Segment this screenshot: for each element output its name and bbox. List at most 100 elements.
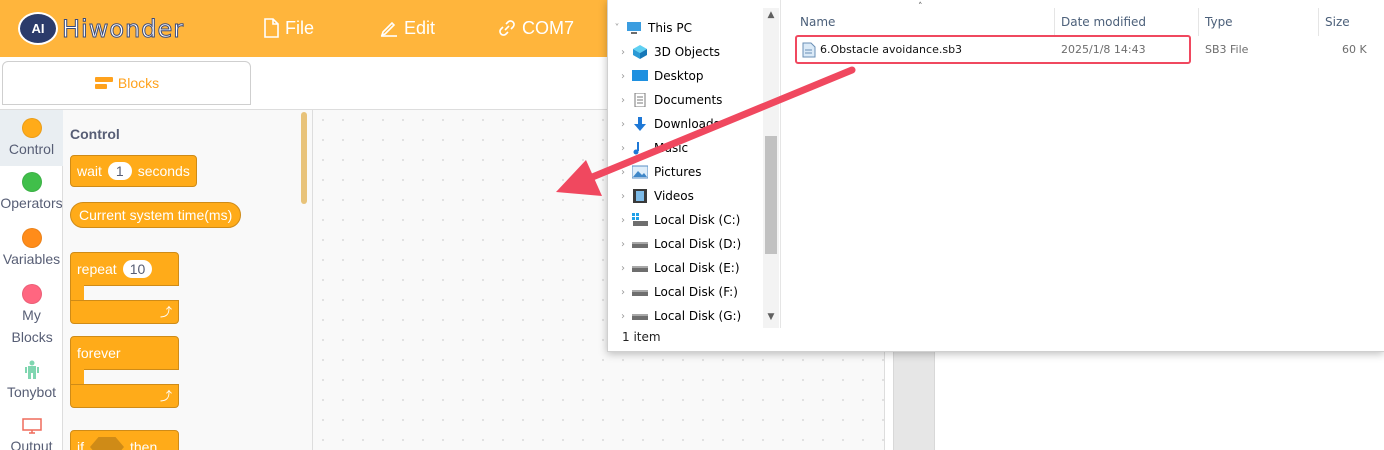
column-divider[interactable] [1198, 8, 1199, 36]
nav-item-downloads[interactable]: › Downloads [614, 112, 769, 136]
nav-label: Documents [654, 93, 723, 107]
column-header-type[interactable]: Type [1205, 12, 1233, 32]
category-menu: Control Operators Variables My Blocks To… [0, 110, 63, 450]
column-header-size[interactable]: Size [1325, 12, 1350, 32]
hiwonder-logo: AI Hiwonder [18, 12, 184, 45]
system-time-block[interactable]: Current system time(ms) [70, 202, 242, 228]
file-menu-label: File [285, 17, 315, 38]
nav-item-videos[interactable]: › Videos [614, 184, 769, 208]
nav-item-desktop[interactable]: › Desktop [614, 64, 769, 88]
blocks-icon [94, 77, 113, 89]
3d-objects-icon [633, 45, 647, 59]
nav-item-local-disk-d[interactable]: › Local Disk (D:) [614, 232, 769, 256]
forever-loop-arrow-icon: ⤴ [70, 384, 179, 408]
tab-blocks[interactable]: Blocks [2, 61, 251, 105]
desktop-icon [632, 70, 648, 81]
column-header-date[interactable]: Date modified [1061, 12, 1146, 32]
nav-item-pictures[interactable]: › Pictures [614, 160, 769, 184]
expand-chevron-icon[interactable]: › [614, 191, 632, 202]
my-blocks-dot-icon [21, 284, 42, 304]
condition-slot[interactable] [90, 437, 124, 450]
drive-c-icon [632, 213, 648, 226]
videos-icon [633, 189, 647, 203]
expand-chevron-icon[interactable]: › [614, 167, 632, 178]
category-label: Tonybot [6, 384, 57, 400]
system-time-label: Current system time(ms) [79, 207, 233, 223]
repeat-loop-arrow-icon: ⤴ [70, 300, 179, 324]
downloads-icon [634, 117, 646, 131]
nav-scrollbar[interactable]: ▲ ▼ [763, 8, 779, 328]
expand-chevron-icon[interactable]: › [614, 311, 632, 322]
documents-icon [634, 93, 646, 107]
edit-menu[interactable]: Edit [380, 16, 435, 40]
port-menu-label: COM7 [522, 17, 575, 38]
category-tonybot[interactable]: Tonybot [0, 360, 63, 400]
wait-prefix: wait [77, 163, 102, 179]
block-palette: Control wait 1 seconds Current system ti… [63, 110, 313, 450]
nav-item-music[interactable]: › Music [614, 136, 769, 160]
category-operators[interactable]: Operators [0, 172, 63, 211]
nav-item-3d-objects[interactable]: › 3D Objects [614, 40, 769, 64]
expand-chevron-icon[interactable]: › [614, 287, 632, 298]
category-variables[interactable]: Variables [0, 228, 63, 267]
category-label: Output [10, 438, 53, 450]
collapse-chevron-icon[interactable]: ˅ [608, 23, 626, 34]
nav-label: This PC [648, 21, 692, 35]
nav-item-local-disk-g[interactable]: › Local Disk (G:) [614, 304, 769, 328]
drive-icon [632, 290, 648, 296]
nav-scroll-thumb[interactable] [765, 136, 777, 254]
expand-chevron-icon[interactable]: › [614, 263, 632, 274]
file-icon [264, 18, 279, 38]
if-block-top: if then [70, 430, 179, 450]
nav-label: Local Disk (D:) [654, 237, 742, 251]
expand-chevron-icon[interactable]: › [614, 239, 632, 250]
column-divider[interactable] [1054, 8, 1055, 36]
expand-chevron-icon[interactable]: › [614, 143, 632, 154]
nav-item-documents[interactable]: › Documents [614, 88, 769, 112]
logo-badge: AI [18, 12, 58, 45]
category-label: Operators [0, 195, 63, 211]
logo-text: Hiwonder [61, 14, 185, 43]
wait-seconds-input[interactable]: 1 [107, 162, 132, 180]
nav-label: Local Disk (C:) [654, 213, 741, 227]
wait-seconds-block[interactable]: wait 1 seconds [70, 155, 197, 187]
operators-dot-icon [21, 172, 42, 192]
file-explorer-window: ˅ This PC › 3D Objects › Desktop › Docum… [607, 0, 1384, 352]
category-label: Variables [2, 251, 61, 267]
column-divider[interactable] [1318, 8, 1319, 36]
drive-icon [632, 266, 648, 272]
expand-chevron-icon[interactable]: › [614, 215, 632, 226]
music-icon [633, 142, 639, 155]
sort-ascending-icon: ˄ [918, 2, 923, 12]
port-menu[interactable]: COM7 [498, 16, 574, 40]
then-label: then [130, 439, 158, 450]
nav-item-this-pc[interactable]: ˅ This PC [608, 16, 763, 40]
file-highlight-box [795, 35, 1191, 64]
expand-chevron-icon[interactable]: › [614, 95, 632, 106]
expand-chevron-icon[interactable]: › [614, 119, 632, 130]
file-size: 60 K [1342, 43, 1367, 56]
repeat-count-input[interactable]: 10 [122, 260, 153, 278]
category-output[interactable]: Output [0, 418, 63, 450]
nav-label: Pictures [654, 165, 702, 179]
scroll-up-icon[interactable]: ▲ [763, 10, 779, 20]
category-control[interactable]: Control [0, 110, 63, 166]
nav-item-local-disk-f[interactable]: › Local Disk (F:) [614, 280, 769, 304]
category-my-blocks[interactable]: My Blocks [0, 284, 63, 348]
file-type: SB3 File [1205, 43, 1249, 56]
control-dot-icon [21, 118, 42, 138]
tab-blocks-label: Blocks [117, 75, 160, 91]
drive-icon [632, 242, 648, 248]
expand-chevron-icon[interactable]: › [614, 47, 632, 58]
nav-item-local-disk-e[interactable]: › Local Disk (E:) [614, 256, 769, 280]
variables-dot-icon [21, 228, 42, 248]
expand-chevron-icon[interactable]: › [614, 71, 632, 82]
nav-label: Local Disk (E:) [654, 261, 740, 275]
scroll-down-icon[interactable]: ▼ [763, 312, 779, 322]
forever-block-top: forever [70, 336, 179, 370]
column-header-name[interactable]: Name [800, 12, 835, 32]
palette-scrollbar[interactable] [301, 112, 307, 204]
nav-item-local-disk-c[interactable]: › Local Disk (C:) [614, 208, 769, 232]
forever-label: forever [77, 345, 121, 361]
file-menu[interactable]: File [263, 16, 314, 40]
